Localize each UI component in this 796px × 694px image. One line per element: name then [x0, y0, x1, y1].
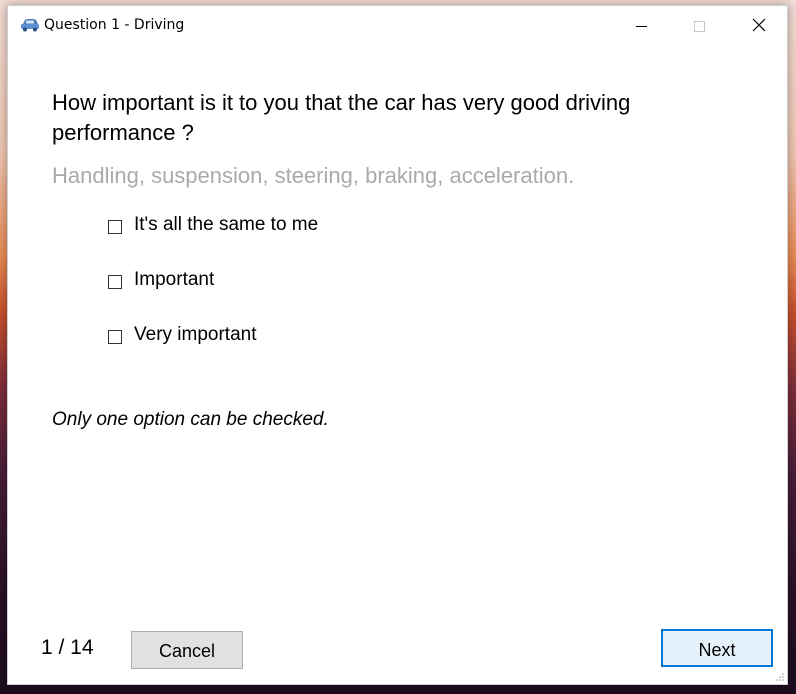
window-title: Question 1 - Driving	[44, 17, 185, 33]
dialog-window: Question 1 - Driving How important is it…	[7, 5, 788, 685]
next-button[interactable]: Next	[661, 629, 773, 667]
option-label[interactable]: Very important	[134, 324, 257, 346]
title-bar[interactable]: Question 1 - Driving	[8, 6, 787, 44]
checkbox[interactable]	[108, 220, 122, 234]
checkbox[interactable]	[108, 275, 122, 289]
close-icon	[752, 18, 766, 32]
cancel-button[interactable]: Cancel	[131, 631, 243, 669]
selection-note: Only one option can be checked.	[52, 409, 329, 430]
maximize-icon	[694, 21, 705, 32]
option-label[interactable]: It's all the same to me	[134, 214, 318, 236]
maximize-button[interactable]	[676, 6, 722, 44]
checkbox[interactable]	[108, 330, 122, 344]
question-counter: 1 / 14	[41, 636, 94, 659]
question-text: How important is it to you that the car …	[52, 90, 631, 145]
car-icon	[20, 17, 40, 33]
option-label[interactable]: Important	[134, 269, 214, 291]
minimize-button[interactable]	[619, 6, 665, 44]
close-button[interactable]	[736, 6, 782, 44]
question-hint: Handling, suspension, steering, braking,…	[52, 163, 575, 188]
minimize-icon	[636, 26, 647, 27]
resize-grip-icon[interactable]	[775, 672, 785, 682]
